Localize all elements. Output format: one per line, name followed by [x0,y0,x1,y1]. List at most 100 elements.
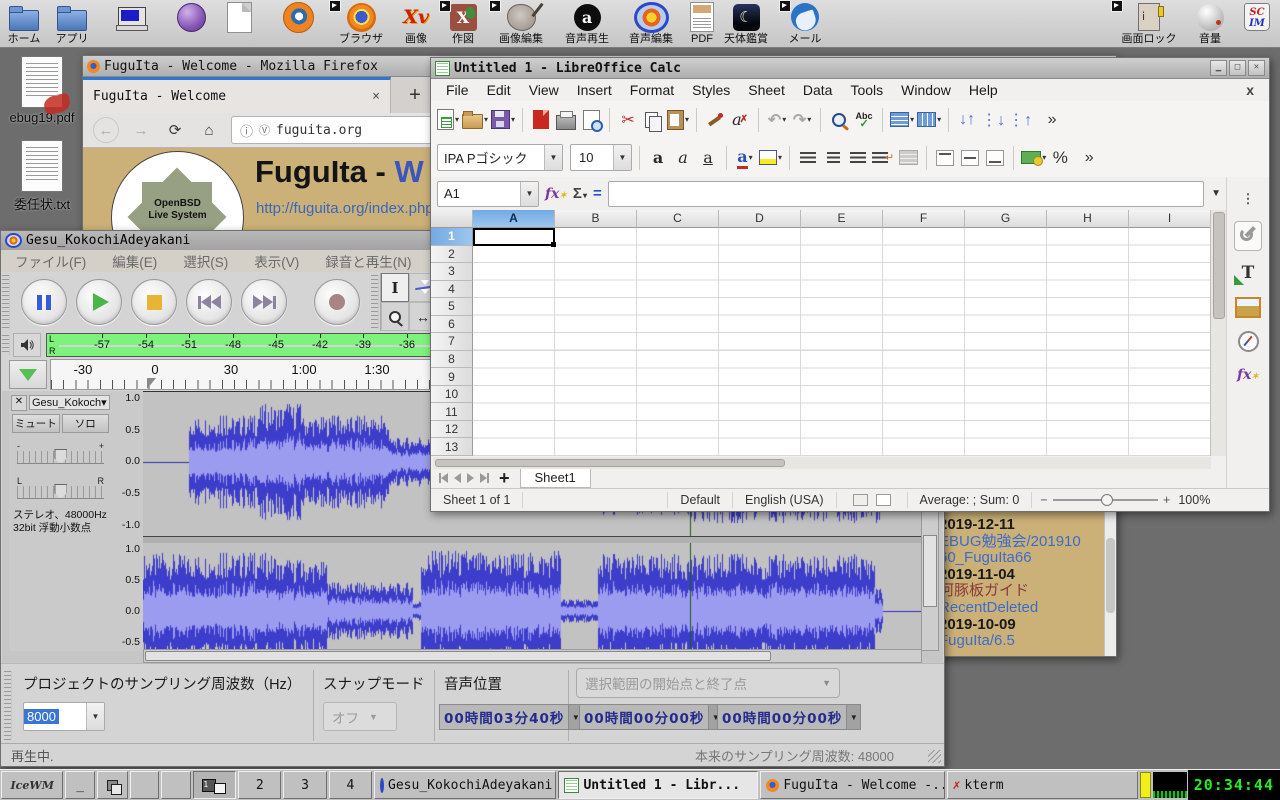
maximize-button[interactable]: □ [1229,60,1246,76]
launcher-browser[interactable]: ブラウザ [330,1,392,46]
gain-slider-thumb[interactable] [54,449,67,464]
zoom-tool[interactable] [381,302,409,331]
workspace-2-button[interactable]: 2 [238,771,281,799]
currency-format-icon[interactable]: ▾ [1021,146,1046,170]
cells-area[interactable] [473,228,1211,456]
minimize-button[interactable]: ▁ [1210,60,1227,76]
toolbar-grip[interactable] [371,275,379,329]
sidebar-styles-icon[interactable]: T [1235,261,1261,285]
menu-tools[interactable]: Tools [841,80,892,100]
sidebar-settings-icon[interactable]: ⋮ [1235,187,1261,211]
task-firefox[interactable]: FuguIta - Welcome -... [760,771,944,799]
sum-icon[interactable]: Σ▾ [573,185,587,202]
close-document-button[interactable]: x [1237,80,1263,100]
launcher-drawing[interactable]: X作図 [440,1,486,46]
launcher-audio-editor[interactable]: 音声編集 [620,1,682,46]
launcher-home[interactable]: ホーム [2,1,46,46]
grid-vertical-scrollbar[interactable] [1210,210,1227,456]
print-icon[interactable] [555,108,577,132]
menu-sheet[interactable]: Sheet [739,80,794,100]
list-item-link[interactable]: FuguIta/6.5 [939,633,1116,650]
insert-column-icon[interactable]: ▾ [917,108,941,132]
launcher-image-viewer[interactable]: Xv画像 [394,1,438,46]
paste-icon[interactable]: ▾ [667,108,689,132]
sort-ascending-icon[interactable]: ⋮↑ [1008,108,1032,132]
toolbar-grip[interactable] [2,335,10,355]
clone-formatting-icon[interactable] [704,108,726,132]
add-sheet-icon[interactable]: + [499,468,510,489]
tracking-shield-icon[interactable]: Ⓥ [259,122,270,138]
launcher-volume[interactable]: 音量 [1186,1,1234,46]
menu-edit[interactable]: Edit [478,80,520,100]
align-left-icon[interactable] [797,146,819,170]
workspace-1-button[interactable]: 1 [193,771,236,799]
copy-icon[interactable] [642,108,664,132]
row-header-2[interactable]: 2 [431,246,473,264]
find-replace-icon[interactable] [828,108,850,132]
menu-select[interactable]: 選択(S) [183,251,228,271]
launcher-apps[interactable]: アプリ [50,1,94,46]
export-pdf-icon[interactable] [530,108,552,132]
language-status[interactable]: English (USA) [733,492,837,508]
list-item-link[interactable]: 60_FuguIta66 [939,550,1116,567]
insert-row-icon[interactable]: ▾ [890,108,914,132]
column-header-A[interactable]: A [473,210,555,228]
align-top-icon[interactable] [934,146,956,170]
sidebar-properties-icon[interactable] [1234,221,1262,251]
column-header-H[interactable]: H [1047,210,1129,228]
sheet-tab-sheet1[interactable]: Sheet1 [520,469,591,488]
calc-titlebar[interactable]: Untitled 1 - LibreOffice Calc ▁ □ ✕ [431,58,1269,79]
track-horizontal-scrollbar[interactable] [143,649,922,663]
clear-formatting-icon[interactable]: a✗ [729,108,751,132]
align-right-icon[interactable] [847,146,869,170]
undo-icon[interactable]: ↶▾ [766,108,788,132]
align-center-icon[interactable] [822,146,844,170]
launcher-image-editor[interactable]: 画像編集 [490,1,552,46]
menu-edit[interactable]: 編集(E) [112,251,157,271]
selected-cell-A1[interactable] [473,228,555,246]
select-all-corner[interactable] [431,210,473,228]
italic-icon[interactable]: a [672,146,694,170]
track-name-menu[interactable]: Gesu_Kokoch▾ [29,395,110,410]
launcher-planetarium[interactable]: ☾天体鑑賞 [714,1,778,46]
skip-to-end-button[interactable] [241,279,287,325]
selection-range-combobox[interactable]: 選択範囲の開始点と終了点▼ [576,668,840,698]
row-header-1[interactable]: 1 [431,228,473,246]
font-size-combobox[interactable]: 10▼ [570,144,632,171]
sort-descending-icon[interactable]: ⋮↓ [981,108,1005,132]
reload-button[interactable]: ⟳ [163,118,187,142]
page-style-status[interactable]: Default [668,492,733,508]
sidebar-functions-icon[interactable]: fx✶ [1235,363,1261,387]
previous-sheet-icon[interactable] [454,473,461,483]
menu-view[interactable]: 表示(V) [254,251,299,271]
task-calc[interactable]: Untitled 1 - Libr... [558,771,758,799]
project-rate-combobox[interactable]: 8000 ▼ [23,702,105,731]
formula-input-line[interactable] [608,181,1204,207]
desktop-icon-pdf[interactable]: ebug19.pdf [0,56,84,125]
new-document-icon[interactable]: ▾ [437,108,459,132]
function-wizard-icon[interactable]: fx✶ [545,186,567,202]
skip-to-start-button[interactable] [186,279,232,325]
workspace-4-button[interactable]: 4 [329,771,372,799]
gain-slider[interactable]: -+ [17,451,104,464]
scim-input-method-icon[interactable]: SCIM [1238,1,1276,46]
bold-icon[interactable]: a [647,146,669,170]
toolbar-grip[interactable] [2,275,10,329]
desktop-icon-txt[interactable]: 委任状.txt [0,140,84,213]
column-header-D[interactable]: D [719,210,801,228]
menu-format[interactable]: Format [621,80,683,100]
tab-close-icon[interactable]: × [372,89,380,104]
window-resize-grip[interactable] [928,750,941,763]
wrap-text-icon[interactable]: ↵ [872,146,894,170]
pause-button[interactable] [21,279,67,325]
speaker-icon[interactable] [13,333,41,357]
list-item-link[interactable]: 河豚板ガイド [939,583,1116,600]
selection-mode-status[interactable] [837,492,908,508]
next-sheet-icon[interactable] [467,473,474,483]
zoom-slider[interactable]: − + [1040,493,1170,507]
row-header-6[interactable]: 6 [431,316,473,334]
close-button[interactable]: ✕ [1248,60,1265,76]
list-item-link[interactable]: EBUG勉強会/201910 [939,534,1116,551]
menu-transport[interactable]: 録音と再生(N) [325,251,411,271]
task-kterm[interactable]: ✗ kterm [947,771,1138,799]
